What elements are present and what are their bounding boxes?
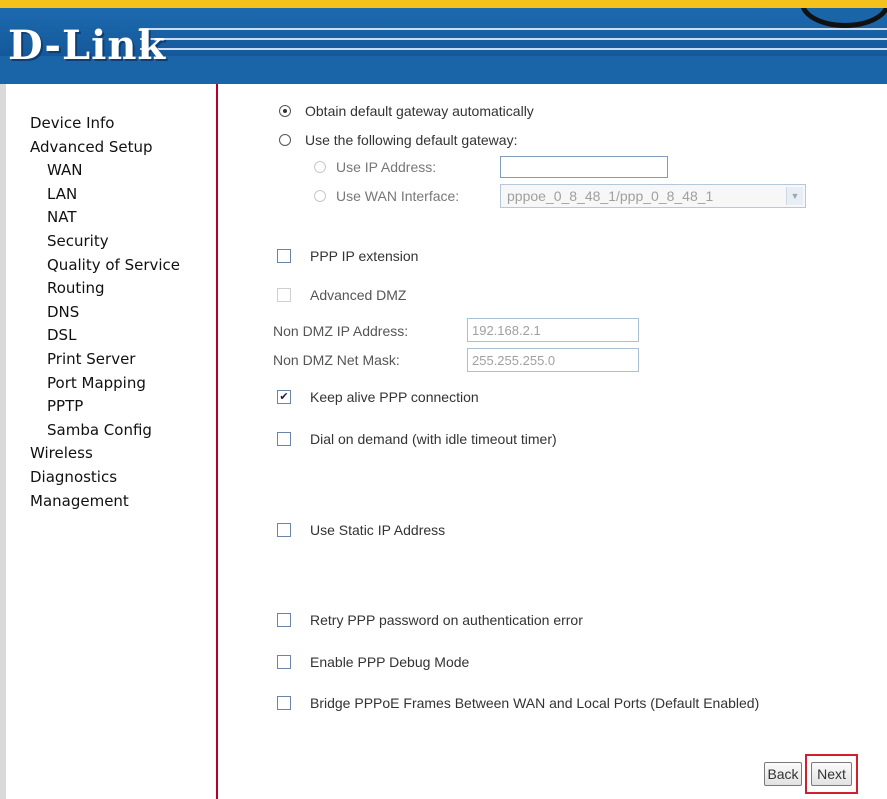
use-gateway-row[interactable]: Use the following default gateway: — [279, 132, 517, 148]
retry-password-checkbox[interactable] — [277, 613, 291, 627]
bridge-pppoe-checkbox[interactable] — [277, 696, 291, 710]
sidebar-nav: Device Info Advanced Setup WAN LAN NAT Securi… — [0, 84, 218, 799]
sidebar-item-lan[interactable]: LAN — [6, 183, 180, 207]
use-ip-row: Use IP Address: — [314, 159, 436, 175]
keep-alive-checkbox[interactable]: ✔ — [277, 390, 291, 404]
static-ip-checkbox[interactable] — [277, 523, 291, 537]
header-stripe — [140, 38, 887, 40]
wan-interface-value: pppoe_0_8_48_1/ppp_0_8_48_1 — [507, 188, 714, 204]
sidebar-item-security[interactable]: Security — [6, 230, 180, 254]
ppp-ip-extension-label: PPP IP extension — [310, 248, 419, 264]
bridge-pppoe-label: Bridge PPPoE Frames Between WAN and Loca… — [310, 695, 760, 711]
sidebar-item-wireless[interactable]: Wireless — [6, 442, 180, 466]
back-button[interactable]: Back — [764, 762, 802, 786]
use-wan-label: Use WAN Interface: — [336, 188, 460, 204]
chevron-down-icon: ▼ — [786, 187, 803, 205]
retry-password-label: Retry PPP password on authentication err… — [310, 612, 583, 628]
use-ip-radio[interactable] — [314, 161, 326, 173]
advanced-dmz-checkbox[interactable] — [277, 288, 291, 302]
header-banner: D-Link — [0, 8, 887, 84]
use-ip-label: Use IP Address: — [336, 159, 437, 175]
dial-on-demand-row[interactable]: Dial on demand (with idle timeout timer) — [277, 431, 557, 447]
retry-password-row[interactable]: Retry PPP password on authentication err… — [277, 612, 583, 628]
debug-mode-row[interactable]: Enable PPP Debug Mode — [277, 654, 469, 670]
sidebar-item-port-mapping[interactable]: Port Mapping — [6, 372, 180, 396]
use-wan-row: Use WAN Interface: — [314, 188, 459, 204]
sidebar-item-routing[interactable]: Routing — [6, 277, 180, 301]
next-button-highlight — [805, 754, 858, 794]
debug-mode-checkbox[interactable] — [277, 655, 291, 669]
non-dmz-mask-row: Non DMZ Net Mask: — [273, 352, 400, 368]
dlink-logo: D-Link — [8, 22, 167, 69]
debug-mode-label: Enable PPP Debug Mode — [310, 654, 470, 670]
use-gateway-label: Use the following default gateway: — [305, 132, 518, 148]
sidebar-item-device-info[interactable]: Device Info — [6, 112, 180, 136]
top-accent-stripe — [0, 0, 887, 8]
dial-on-demand-checkbox[interactable] — [277, 432, 291, 446]
obtain-gateway-label: Obtain default gateway automatically — [305, 103, 534, 119]
keep-alive-label: Keep alive PPP connection — [310, 389, 479, 405]
non-dmz-ip-label: Non DMZ IP Address: — [273, 323, 409, 339]
use-wan-radio[interactable] — [314, 190, 326, 202]
checkmark-icon: ✔ — [279, 390, 289, 403]
sidebar-item-dns[interactable]: DNS — [6, 301, 180, 325]
sidebar-item-management[interactable]: Management — [6, 490, 180, 514]
use-gateway-radio[interactable] — [279, 134, 291, 146]
sidebar-item-quality-of-service[interactable]: Quality of Service — [6, 254, 180, 278]
sidebar-item-samba-config[interactable]: Samba Config — [6, 419, 180, 443]
header-stripe — [140, 28, 887, 30]
sidebar-item-wan[interactable]: WAN — [6, 159, 180, 183]
non-dmz-mask-input[interactable] — [467, 348, 639, 372]
wan-interface-select[interactable]: pppoe_0_8_48_1/ppp_0_8_48_1 ▼ — [500, 184, 806, 208]
obtain-gateway-row[interactable]: Obtain default gateway automatically — [279, 103, 534, 119]
advanced-dmz-label: Advanced DMZ — [310, 287, 407, 303]
sidebar-item-diagnostics[interactable]: Diagnostics — [6, 466, 180, 490]
non-dmz-ip-row: Non DMZ IP Address: — [273, 323, 408, 339]
wan-settings-form: Obtain default gateway automatically Use… — [220, 84, 887, 799]
sidebar-item-pptp[interactable]: PPTP — [6, 395, 180, 419]
sidebar-item-advanced-setup[interactable]: Advanced Setup — [6, 136, 180, 160]
dial-on-demand-label: Dial on demand (with idle timeout timer) — [310, 431, 557, 447]
sidebar-item-nat[interactable]: NAT — [6, 206, 180, 230]
static-ip-label: Use Static IP Address — [310, 522, 446, 538]
sidebar-menu: Device Info Advanced Setup WAN LAN NAT Securi… — [6, 112, 180, 513]
static-ip-row[interactable]: Use Static IP Address — [277, 522, 445, 538]
non-dmz-mask-label: Non DMZ Net Mask: — [273, 352, 400, 368]
bridge-pppoe-row[interactable]: Bridge PPPoE Frames Between WAN and Loca… — [277, 695, 759, 711]
non-dmz-ip-input[interactable] — [467, 318, 639, 342]
advanced-dmz-row[interactable]: Advanced DMZ — [277, 287, 406, 303]
ppp-ip-extension-row[interactable]: PPP IP extension — [277, 248, 418, 264]
header-stripe — [140, 48, 887, 50]
obtain-gateway-radio[interactable] — [279, 105, 291, 117]
gateway-ip-input[interactable] — [500, 156, 668, 178]
ppp-ip-extension-checkbox[interactable] — [277, 249, 291, 263]
sidebar-item-dsl[interactable]: DSL — [6, 324, 180, 348]
keep-alive-row[interactable]: ✔ Keep alive PPP connection — [277, 389, 479, 405]
sidebar-item-print-server[interactable]: Print Server — [6, 348, 180, 372]
